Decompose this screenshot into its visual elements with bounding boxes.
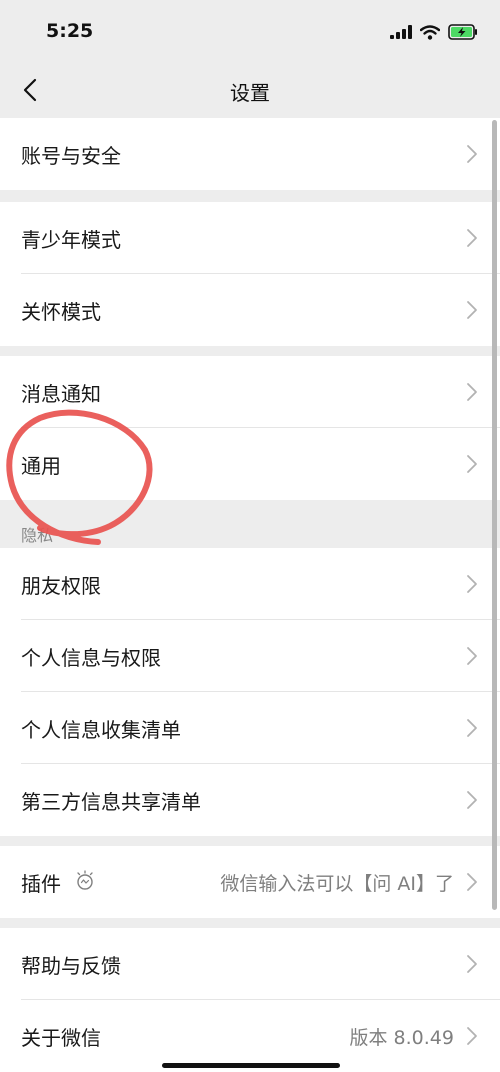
settings-item-personal-info-permissions[interactable]: 个人信息与权限 (0, 620, 500, 692)
section-gap (0, 836, 500, 846)
chevron-right-icon (467, 383, 477, 401)
settings-item-third-party-list[interactable]: 第三方信息共享清单 (0, 764, 500, 836)
chevron-right-icon (467, 301, 477, 319)
scrollbar[interactable] (492, 120, 497, 910)
settings-item-label: 账号与安全 (21, 143, 121, 168)
settings-item-teen-mode[interactable]: 青少年模式 (0, 202, 500, 274)
settings-item-label: 青少年模式 (21, 227, 121, 252)
settings-item-label: 关于微信 (21, 1025, 101, 1050)
settings-item-label: 个人信息与权限 (21, 645, 161, 670)
chevron-right-icon (467, 145, 477, 163)
cellular-signal-icon (390, 25, 412, 39)
settings-list: 账号与安全 青少年模式 关怀模式 消息通知 通用 隐私 朋友权限 个人信息与权限… (0, 118, 500, 1072)
settings-item-label: 插件 (21, 871, 61, 896)
chevron-right-icon (467, 719, 477, 737)
settings-item-care-mode[interactable]: 关怀模式 (0, 274, 500, 346)
status-bar: 5:25 (0, 0, 500, 62)
settings-item-label: 帮助与反馈 (21, 953, 121, 978)
page-title: 设置 (230, 81, 270, 105)
settings-item-label: 第三方信息共享清单 (21, 789, 201, 814)
battery-charging-icon (448, 24, 477, 40)
lightbulb-icon (77, 869, 93, 890)
chevron-right-icon (467, 791, 477, 809)
chevron-right-icon (467, 455, 477, 473)
settings-item-label: 消息通知 (21, 381, 101, 406)
section-gap (0, 190, 500, 202)
wifi-icon (420, 24, 440, 40)
chevron-right-icon (467, 229, 477, 247)
section-gap (0, 346, 500, 356)
settings-item-about[interactable]: 关于微信 版本 8.0.49 (0, 1000, 500, 1072)
plugins-value: 微信输入法可以【问 AI】了 (220, 872, 454, 895)
settings-item-label: 通用 (21, 453, 61, 478)
settings-item-label: 个人信息收集清单 (21, 717, 181, 742)
status-time: 5:25 (46, 20, 94, 42)
chevron-right-icon (467, 647, 477, 665)
section-header-label: 隐私 (21, 526, 54, 545)
chevron-right-icon (467, 873, 477, 891)
version-value: 版本 8.0.49 (349, 1026, 454, 1049)
status-icons (390, 22, 478, 42)
nav-bar: 设置 (0, 62, 500, 118)
settings-item-plugins[interactable]: 插件 微信输入法可以【问 AI】了 (0, 846, 500, 918)
settings-item-general[interactable]: 通用 (0, 428, 500, 500)
chevron-right-icon (467, 1027, 477, 1045)
chevron-right-icon (467, 575, 477, 593)
home-indicator (162, 1063, 340, 1068)
section-header-privacy: 隐私 (0, 500, 500, 548)
settings-item-friend-permissions[interactable]: 朋友权限 (0, 548, 500, 620)
chevron-right-icon (467, 955, 477, 973)
settings-item-personal-info-list[interactable]: 个人信息收集清单 (0, 692, 500, 764)
settings-item-help-feedback[interactable]: 帮助与反馈 (0, 928, 500, 1000)
settings-item-label: 朋友权限 (21, 573, 101, 598)
settings-item-notifications[interactable]: 消息通知 (0, 356, 500, 428)
section-gap (0, 918, 500, 928)
settings-item-account-security[interactable]: 账号与安全 (0, 118, 500, 190)
settings-item-label: 关怀模式 (21, 299, 101, 324)
